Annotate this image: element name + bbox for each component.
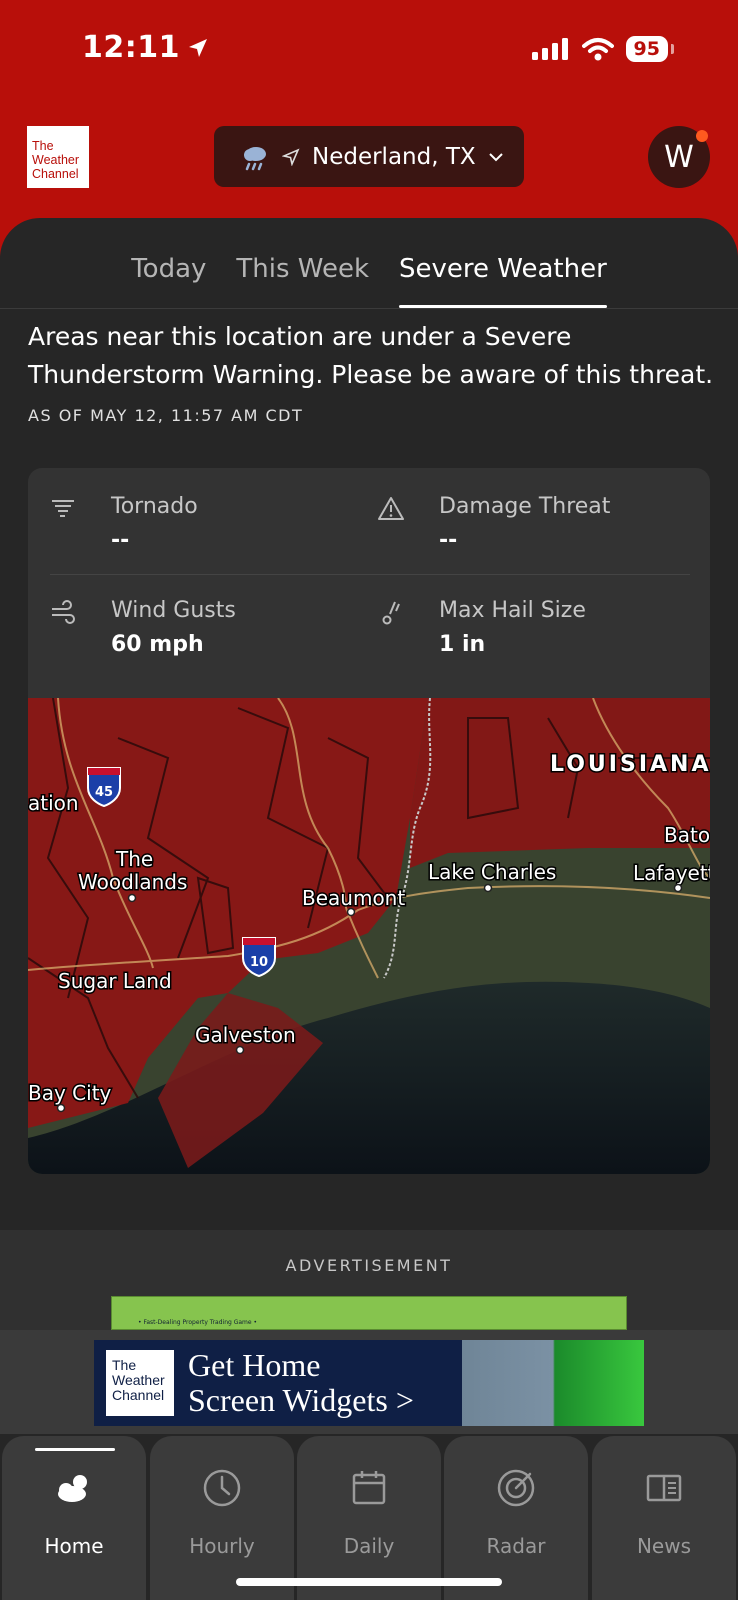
location-arrow-icon: [189, 38, 207, 57]
tab-this-week[interactable]: This Week: [236, 254, 369, 308]
advertisement-label: ADVERTISEMENT: [285, 1256, 453, 1275]
svg-text:45: 45: [95, 785, 113, 800]
map-label-lake-charles: Lake Charles: [428, 860, 556, 884]
alert-message: Areas near this location are under a Sev…: [28, 322, 714, 389]
banner-logo-line: The: [112, 1357, 137, 1373]
map-label-galveston: Galveston: [195, 1023, 296, 1047]
alert-timestamp: AS OF MAY 12, 11:57 AM CDT: [28, 406, 304, 425]
hail-icon: [382, 601, 400, 625]
chevron-down-icon: [488, 152, 503, 161]
stat-value: --: [111, 528, 130, 553]
map-graphic: LOUISIANA ation The Woodlands Lake Charl…: [28, 698, 710, 1174]
bottom-nav: Home Hourly Daily Radar News: [0, 1434, 738, 1600]
radar-icon: [497, 1469, 535, 1507]
map-label-louisiana: LOUISIANA: [550, 752, 710, 777]
banner-widget-preview: [462, 1340, 644, 1426]
banner-text: Get Home Screen Widgets >: [188, 1348, 468, 1418]
stat-value: --: [439, 528, 458, 553]
map-label-the: The: [115, 847, 153, 871]
logo-line: Weather: [32, 153, 80, 167]
stat-label: Wind Gusts: [111, 598, 236, 623]
nav-daily[interactable]: Daily: [297, 1436, 441, 1600]
nav-news[interactable]: News: [592, 1436, 736, 1600]
nav-label: Home: [44, 1534, 104, 1558]
nav-home[interactable]: Home: [2, 1436, 146, 1600]
stat-value: 60 mph: [111, 632, 204, 657]
interstate-45-shield: 45: [87, 767, 121, 808]
stat-label: Damage Threat: [439, 494, 611, 519]
signal-icon: [531, 38, 568, 60]
navigation-arrow-icon: [282, 147, 300, 166]
map-label-beaumont: Beaumont: [302, 886, 405, 910]
location-selector[interactable]: Nederland, TX: [214, 126, 524, 187]
nav-radar[interactable]: Radar: [444, 1436, 588, 1600]
nav-label: Daily: [343, 1534, 395, 1558]
status-icons: 95: [531, 36, 675, 62]
tab-divider: [0, 308, 738, 309]
rain-cloud-icon: [244, 146, 266, 170]
notification-dot: [696, 130, 708, 142]
map-label-ation: ation: [28, 791, 79, 815]
map-label-baton: Bato: [664, 823, 710, 847]
map-label-lafayette: Lafayett: [633, 861, 710, 885]
stat-label: Tornado: [111, 494, 198, 519]
clock-icon: [203, 1469, 241, 1507]
tab-bar: Today This Week Severe Weather: [0, 254, 738, 308]
nav-label: Radar: [486, 1534, 546, 1558]
wifi-icon: [581, 38, 614, 61]
banner-line-2: Screen Widgets >: [188, 1382, 414, 1418]
calendar-icon: [352, 1471, 386, 1505]
wind-icon: [52, 600, 75, 624]
advertisement-content[interactable]: • Fast-Dealing Property Trading Game •: [111, 1296, 627, 1330]
tab-severe-weather[interactable]: Severe Weather: [399, 254, 607, 308]
banner-logo-line: Weather: [112, 1372, 165, 1388]
status-bar: 12:11 95: [0, 0, 738, 100]
svg-text:10: 10: [250, 955, 268, 970]
interstate-10-shield: 10: [242, 937, 276, 978]
map-label-woodlands: Woodlands: [78, 870, 187, 894]
stat-divider: [50, 574, 690, 575]
severe-weather-map[interactable]: LOUISIANA ation The Woodlands Lake Charl…: [28, 698, 710, 1174]
home-indicator[interactable]: [236, 1578, 502, 1586]
logo-line: The: [32, 139, 54, 153]
ad-peek-text: • Fast-Dealing Property Trading Game •: [138, 1319, 258, 1326]
banner-line-1: Get Home: [188, 1347, 321, 1383]
stat-label: Max Hail Size: [439, 598, 586, 623]
profile-avatar[interactable]: W: [648, 126, 710, 188]
map-label-sugar-land: Sugar Land: [58, 969, 172, 993]
banner-logo: The Weather Channel: [106, 1350, 174, 1416]
avatar-letter: W: [664, 139, 694, 175]
widgets-promo-banner[interactable]: The Weather Channel Get Home Screen Widg…: [94, 1340, 644, 1426]
stat-value: 1 in: [439, 632, 486, 657]
battery-indicator: 95: [625, 36, 675, 62]
weather-channel-logo[interactable]: The Weather Channel: [27, 126, 89, 188]
nav-label: News: [636, 1534, 692, 1558]
news-icon: [646, 1474, 682, 1502]
map-label-bay-city: Bay City: [28, 1081, 112, 1105]
warning-triangle-icon: [378, 497, 404, 520]
nav-hourly[interactable]: Hourly: [150, 1436, 294, 1600]
logo-line: Channel: [32, 167, 79, 181]
content-sheet: Today This Week Severe Weather Areas nea…: [0, 218, 738, 1218]
location-name: Nederland, TX: [312, 143, 476, 170]
severe-weather-card: Tornado -- Damage Threat -- Wind Gusts 6…: [28, 468, 710, 1174]
banner-logo-line: Channel: [112, 1387, 165, 1403]
home-weather-icon: [58, 1475, 87, 1502]
tab-today[interactable]: Today: [131, 254, 206, 308]
status-time: 12:11: [82, 30, 210, 65]
tornado-icon: [52, 500, 74, 517]
time-text: 12:11: [82, 30, 180, 65]
nav-label: Hourly: [189, 1534, 255, 1558]
